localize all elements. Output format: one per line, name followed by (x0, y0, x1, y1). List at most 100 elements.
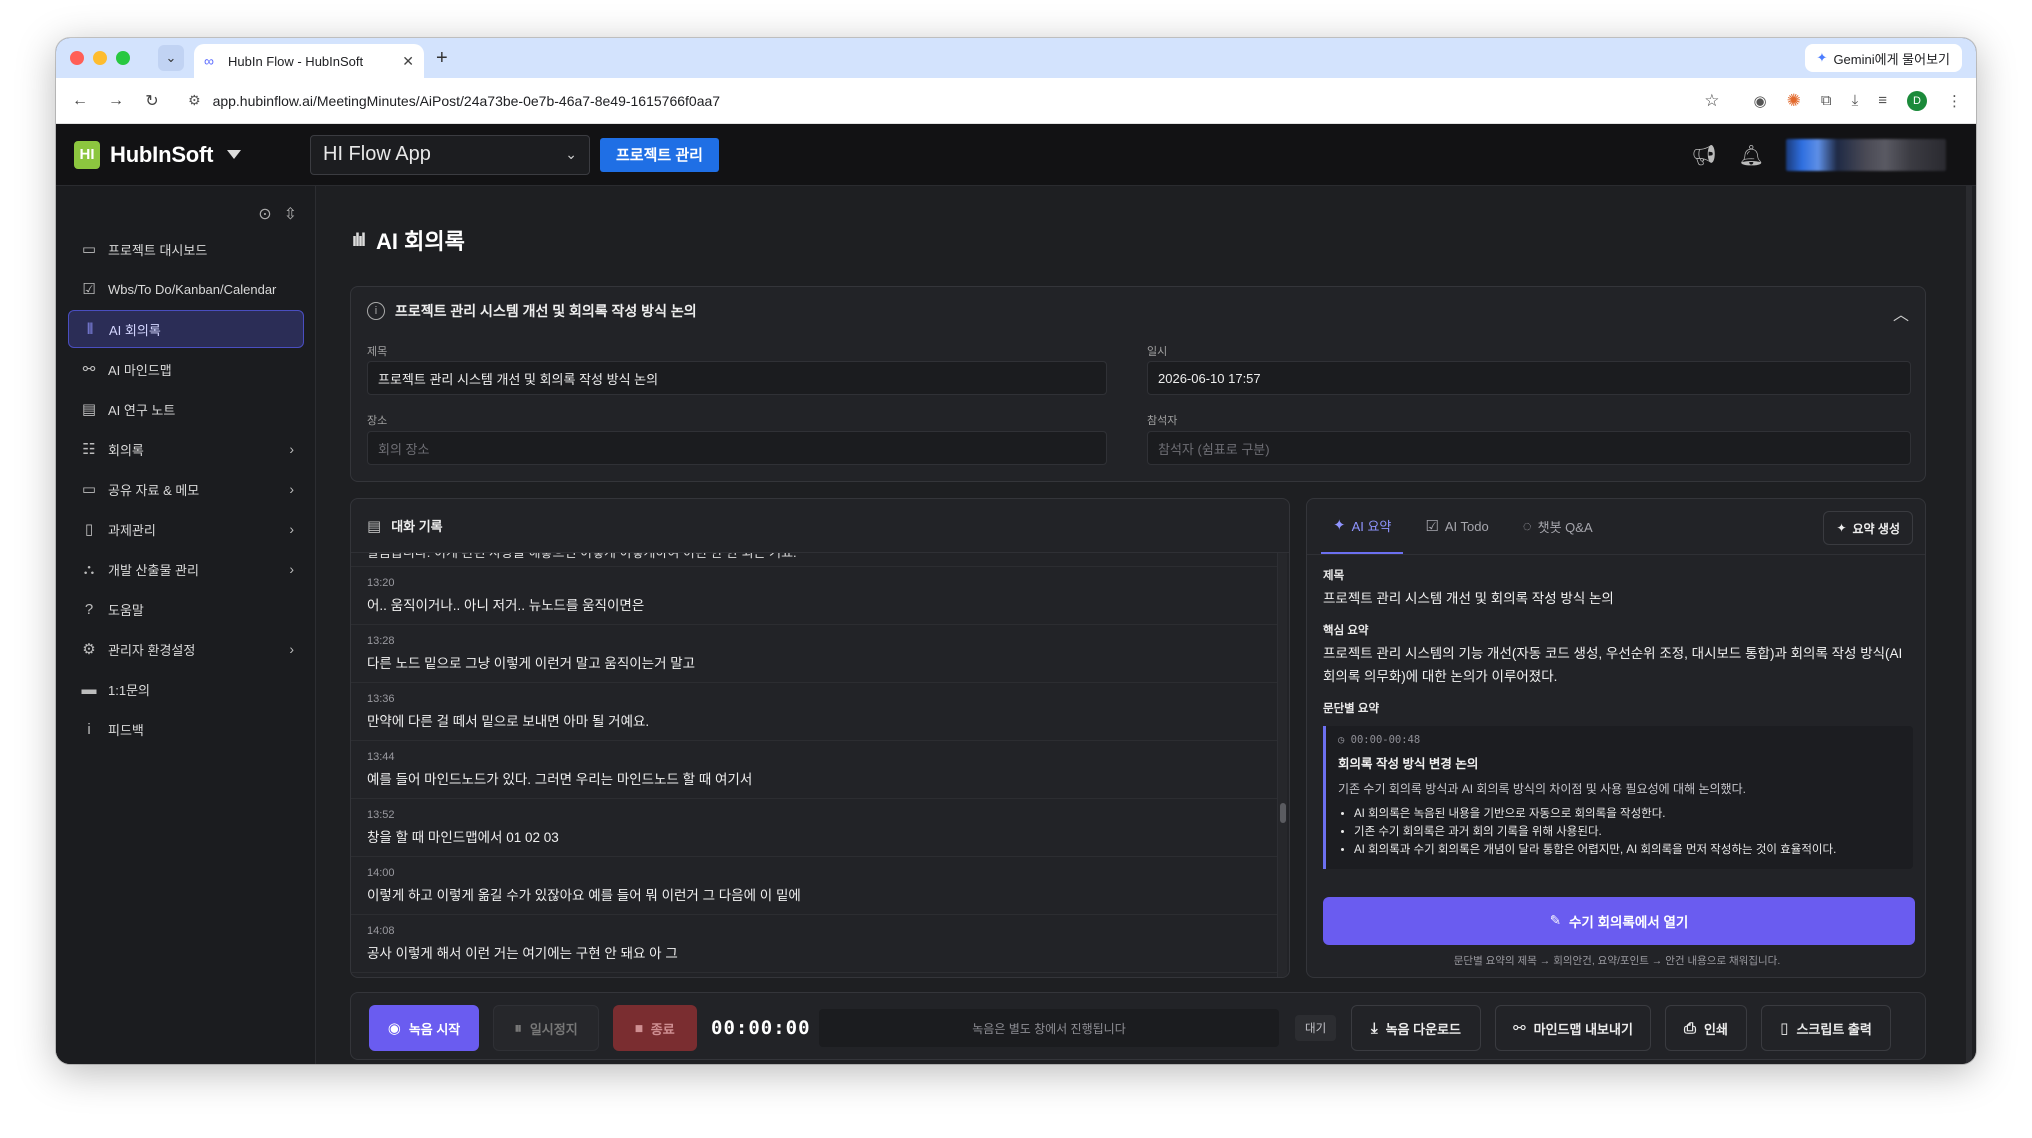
gemini-label: Gemini에게 물어보기 (1833, 51, 1950, 67)
transcript-line[interactable]: 13:36 만약에 다른 걸 떼서 밑으로 보내면 아마 될 거예요. (351, 683, 1277, 741)
new-tab-button[interactable]: + (436, 47, 448, 70)
transcript-scrollbar[interactable] (1277, 553, 1287, 977)
generate-summary-button[interactable]: ✦ 요약 생성 (1823, 511, 1913, 545)
sidebar-item-8[interactable]: ⛬ 개발 산출물 관리 › (68, 550, 304, 588)
browser-tab[interactable]: ∞ HubIn Flow - HubInSoft ✕ (194, 44, 424, 78)
sidebar-item-5[interactable]: ☷ 회의록 › (68, 430, 304, 468)
forward-button[interactable]: → (98, 92, 134, 110)
brand-logo[interactable]: HI HubInSoft (74, 140, 294, 169)
sidebar-item-label: 회의록 (108, 442, 144, 458)
tab-sparkle[interactable]: ✦ AI 요약 (1321, 499, 1404, 554)
sidebar-item-4[interactable]: ▤ AI 연구 노트 (68, 390, 304, 428)
app-selector[interactable]: HI Flow App ⌄ (310, 134, 590, 175)
pin-icon[interactable]: ⊙ (258, 204, 271, 224)
pause-label: 일시정지 (529, 1021, 578, 1037)
collapse-vertical-icon[interactable]: ⇳ (284, 204, 297, 224)
open-in-manual-minutes-button[interactable]: ✎ 수기 회의록에서 열기 (1323, 897, 1915, 945)
stop-button[interactable]: ⏹︎ 종료 (613, 1005, 697, 1051)
sidebar-item-2[interactable]: ⦀ AI 회의록 (68, 310, 304, 348)
sidebar-item-10[interactable]: ⚙ 관리자 환경설정 › (68, 630, 304, 668)
ai-tab-label: AI Todo (1444, 518, 1489, 534)
transcript-line[interactable]: 13:44 예를 들어 마인드노드가 있다. 그러면 우리는 마인드노드 할 때 … (351, 741, 1277, 799)
sidebar-item-12[interactable]: i 피드백 (68, 710, 304, 748)
transcript-header: ▤ 대화 기록 (351, 499, 1289, 553)
meeting-place-input[interactable]: 회의 장소 (367, 431, 1107, 465)
collapse-up-icon[interactable]: ︿ (1893, 301, 1909, 325)
chevron-right-icon[interactable]: › (289, 481, 294, 497)
header-actions: 📢︎ 🔔︎ (1691, 124, 1946, 186)
sidebar-item-label: 도움말 (108, 602, 144, 618)
reload-button[interactable]: ↻ (134, 91, 170, 111)
claude-extension-icon[interactable]: ✺ (1787, 91, 1801, 111)
bell-icon[interactable]: 🔔︎ (1739, 143, 1764, 168)
close-tab-icon[interactable]: ✕ (402, 53, 414, 70)
start-recording-button[interactable]: ◉ 녹음 시작 (369, 1005, 479, 1051)
transcript-line[interactable]: 13:28 다른 노드 밑으로 그냥 이렇게 이런거 말고 움직이는거 말고 (351, 625, 1277, 683)
record-icon: ◉ (387, 1020, 401, 1037)
sidebar-item-3[interactable]: ⚯ AI 마인드맵 (68, 350, 304, 388)
export-mindmap-button[interactable]: ⚯ 마인드맵 내보내기 (1495, 1005, 1651, 1051)
folder-icon: ▭ (81, 481, 97, 498)
meeting-attendee-input[interactable]: 참석자 (쉼표로 구분) (1147, 431, 1911, 465)
page-title: ılıl AI 회의록 (352, 224, 465, 256)
profile-avatar[interactable]: D (1907, 90, 1927, 111)
site-settings-icon[interactable]: ⚙ (188, 92, 201, 109)
main-scrollbar[interactable] (1966, 186, 1972, 1064)
tab-checkbox[interactable]: ☑ AI Todo (1413, 499, 1500, 554)
sidebar-item-1[interactable]: ☑ Wbs/To Do/Kanban/Calendar (68, 270, 304, 308)
paragraph-title: 회의록 작성 방식 변경 논의 (1338, 757, 1479, 771)
address-bar[interactable]: ⚙ app.hubinflow.ai/MeetingMinutes/AiPost… (178, 83, 1730, 118)
chevron-right-icon[interactable]: › (289, 441, 294, 457)
chevron-down-icon: ⌄ (565, 146, 577, 162)
sidebar-item-11[interactable]: ▬ 1:1문의 (68, 670, 304, 708)
back-button[interactable]: ← (62, 92, 98, 110)
transcript-line[interactable]: 14:08 공사 이렇게 해서 이런 거는 여기에는 구현 안 돼요 아 그 (351, 915, 1277, 973)
transcript-scroll-thumb[interactable] (1280, 803, 1286, 823)
gemini-button[interactable]: ✦ Gemini에게 물어보기 (1804, 44, 1962, 72)
user-profile-blurred[interactable] (1786, 139, 1946, 171)
meeting-date-input[interactable]: 2026-06-10 17:57 (1147, 361, 1911, 395)
chevron-right-icon[interactable]: › (289, 561, 294, 577)
caret-down-icon[interactable] (227, 150, 242, 159)
project-management-button[interactable]: 프로젝트 관리 (600, 137, 719, 172)
sidebar-item-9[interactable]: ? 도움말 (68, 590, 304, 628)
download-recording-label: 녹음 다운로드 (1385, 1021, 1461, 1037)
sidebar-item-0[interactable]: ▭ 프로젝트 대시보드 (68, 230, 304, 268)
sidebar-item-label: 1:1문의 (108, 682, 150, 698)
tab-chat-bubble[interactable]: ◌ 챗봇 Q&A (1511, 499, 1605, 554)
core-summary-text: 프로젝트 관리 시스템의 기능 개선(자동 코드 생성, 우선순위 조정, 대시… (1323, 646, 1903, 684)
puzzle-icon[interactable]: ⧉ (1821, 92, 1832, 109)
transcript-line[interactable]: 14:00 이렇게 하고 이렇게 옮길 수가 있잖아요 예를 들어 뭐 이런거 그… (351, 857, 1277, 915)
transcript-time: 13:36 (367, 693, 395, 705)
maximize-window-button[interactable] (116, 51, 130, 65)
transcript-text: 공사 이렇게 해서 이런 거는 여기에는 구현 안 돼요 아 그 (367, 946, 678, 961)
meeting-info-header[interactable]: i 프로젝트 관리 시스템 개선 및 회의록 작성 방식 논의 (367, 301, 697, 321)
browser-menu-icon[interactable]: ⋮ (1947, 92, 1962, 110)
print-button[interactable]: ⎙ 인쇄 (1665, 1005, 1747, 1051)
tab-search-button[interactable]: ⌄ (158, 45, 184, 71)
download-recording-button[interactable]: ⤓ 녹음 다운로드 (1351, 1005, 1481, 1051)
sidebar-item-6[interactable]: ▭ 공유 자료 & 메모 › (68, 470, 304, 508)
summary-title-text: 프로젝트 관리 시스템 개선 및 회의록 작성 방식 논의 (1323, 591, 1614, 606)
transcript-list[interactable]: 말씀습니다. 이게 관련 사항들 해놓으면 이렇게 이렇게하여 이런 한 한 되… (351, 553, 1277, 977)
download-icon[interactable]: ⤓ (1852, 92, 1859, 109)
sidebar-item-7[interactable]: ▯ 과제관리 › (68, 510, 304, 548)
transcript-line[interactable]: 13:20 어.. 움직이거나.. 아니 저거.. 뉴노드를 움직이면은 (351, 567, 1277, 625)
media-control-icon[interactable]: ≡ (1878, 92, 1887, 109)
page-title-text: AI 회의록 (376, 229, 465, 254)
megaphone-icon[interactable]: 📢︎ (1691, 143, 1716, 168)
ai-tab-label: 챗봇 Q&A (1537, 519, 1593, 535)
pause-button[interactable]: ⏸︎ 일시정지 (493, 1005, 599, 1051)
calendar-check-icon: ☑ (82, 281, 96, 298)
meeting-title-input[interactable]: 프로젝트 관리 시스템 개선 및 회의록 작성 방식 논의 (367, 361, 1107, 395)
minimize-window-button[interactable] (93, 51, 107, 65)
bookmark-star-icon[interactable]: ☆ (1704, 91, 1719, 111)
chevron-right-icon[interactable]: › (289, 521, 294, 537)
chevron-right-icon[interactable]: › (289, 641, 294, 657)
transcript-line[interactable]: 13:52 창을 할 때 마인드맵에서 01 02 03 (351, 799, 1277, 857)
sidebar: ⊙ ⇳ ▭ 프로젝트 대시보드 ☑ Wbs/To Do/Kanban/Calendar… (56, 186, 316, 1064)
paragraph-bullet: AI 회의록과 수기 회의록은 개념이 달라 통합은 어렵지만, AI 회의록을… (1354, 841, 1901, 859)
close-window-button[interactable] (70, 51, 84, 65)
camera-icon[interactable]: ◉ (1754, 92, 1767, 110)
export-script-button[interactable]: ▯ 스크립트 출력 (1761, 1005, 1891, 1051)
